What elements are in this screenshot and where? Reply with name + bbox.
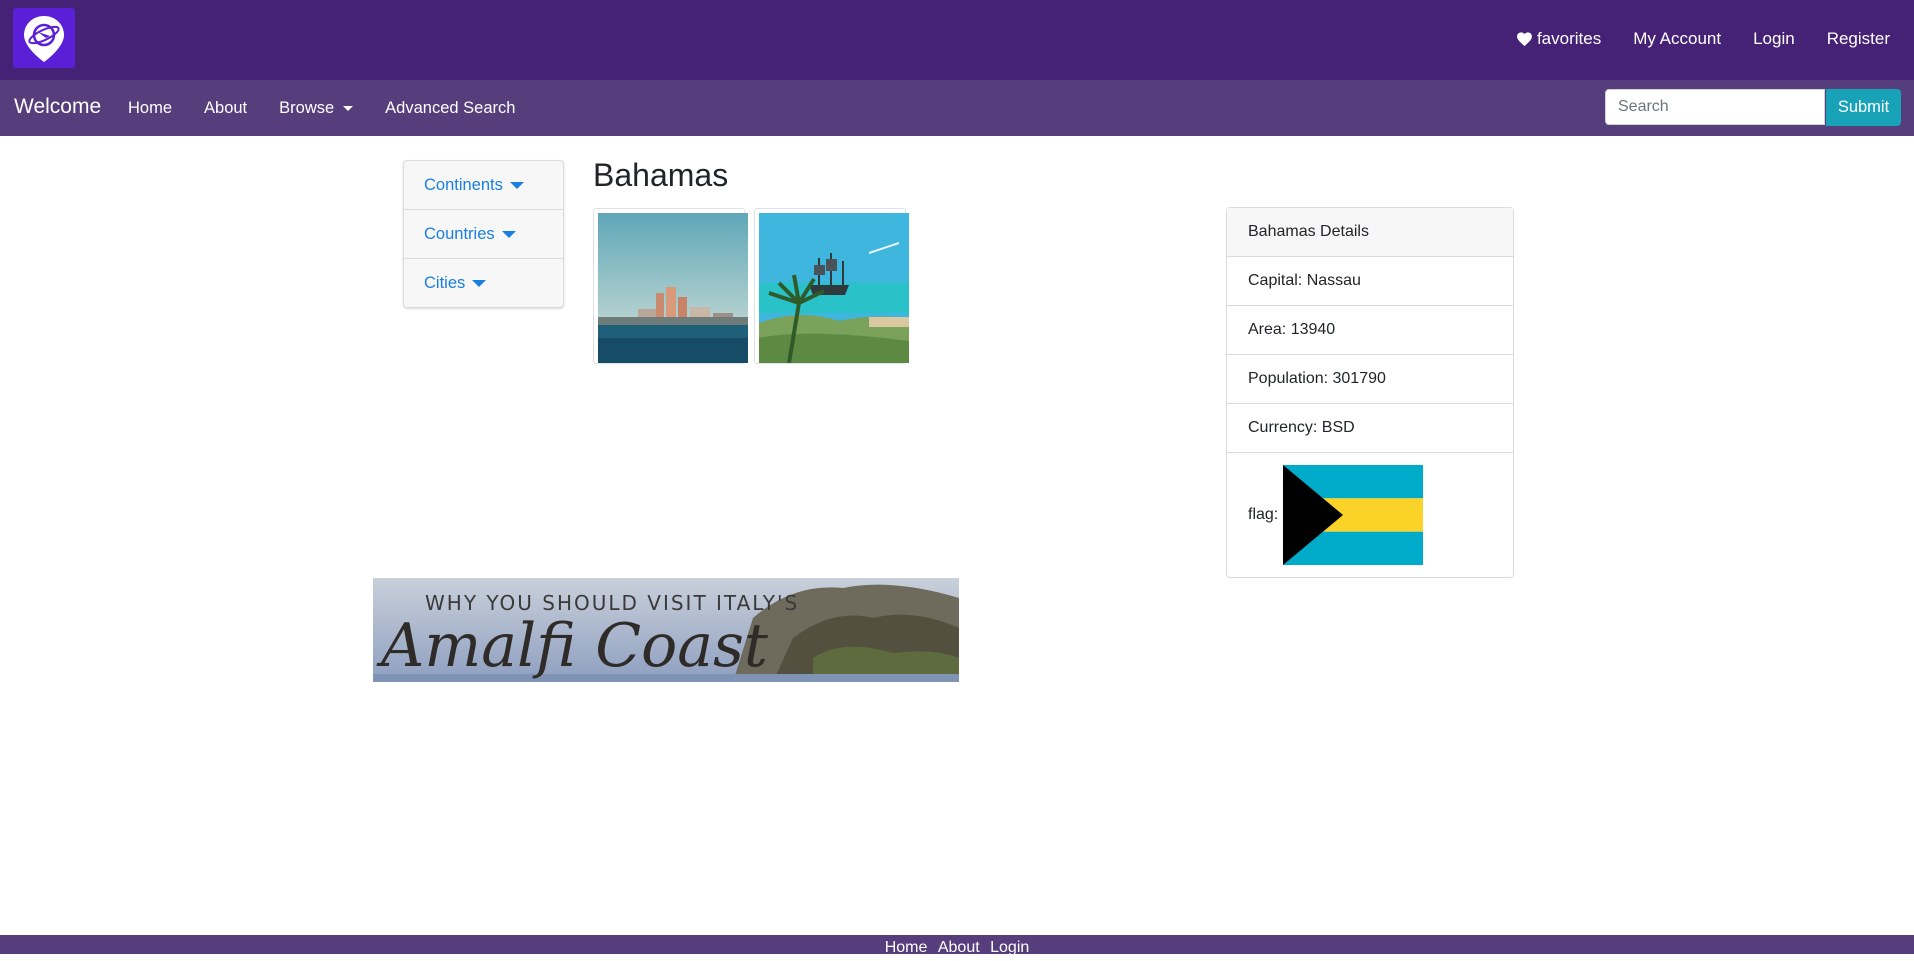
globe-pin-icon [24, 16, 64, 62]
navbar-brand[interactable]: Welcome [14, 95, 101, 119]
currency-row: Currency: BSD [1227, 404, 1513, 453]
footer: Home About Login [0, 935, 1914, 956]
favorites-label: favorites [1536, 29, 1602, 48]
search-submit-button[interactable]: Submit [1826, 89, 1901, 126]
nav-home-link[interactable]: Home [128, 99, 172, 118]
my-account-link[interactable]: My Account [1633, 29, 1721, 49]
register-link[interactable]: Register [1827, 29, 1890, 49]
footer-home-link[interactable]: Home [885, 939, 928, 956]
photo-thumbnail-resort[interactable] [593, 208, 748, 364]
browse-sidebar: Continents Countries Cities [403, 160, 564, 308]
flag-label: flag: [1248, 506, 1279, 523]
site-logo[interactable] [13, 8, 75, 68]
country-details-card: Bahamas Details Capital: Nassau Area: 13… [1226, 207, 1514, 578]
footer-login-link[interactable]: Login [990, 939, 1029, 956]
banner-line2: Amalfi Coast [376, 611, 769, 681]
page-title: Bahamas [593, 157, 729, 193]
browse-label: Browse [279, 98, 335, 117]
caret-down-icon [472, 279, 487, 287]
login-link[interactable]: Login [1753, 29, 1795, 49]
navbar-links: Home About Browse Advanced Search [128, 80, 547, 136]
details-header: Bahamas Details [1227, 208, 1513, 257]
heart-icon [1517, 32, 1532, 47]
capital-row: Capital: Nassau [1227, 257, 1513, 306]
footer-about-link[interactable]: About [938, 939, 980, 956]
sidebar-item-label: Continents [424, 175, 503, 194]
sidebar-item-label: Countries [424, 224, 495, 243]
photo-thumbnail-pirate-ship[interactable] [754, 208, 909, 364]
amalfi-coast-banner-image: WHY YOU SHOULD VISIT ITALY'S Amalfi Coas… [373, 578, 959, 682]
caret-down-icon [509, 181, 524, 189]
pirate-ship-photo [759, 213, 909, 363]
sidebar-item-continents[interactable]: Continents [404, 161, 563, 210]
search-input[interactable] [1605, 89, 1825, 125]
sidebar-item-cities[interactable]: Cities [404, 259, 563, 307]
top-header: favorites My Account Login Register [0, 0, 1914, 80]
area-row: Area: 13940 [1227, 306, 1513, 355]
resort-skyline-photo [598, 213, 748, 363]
sidebar-item-countries[interactable]: Countries [404, 210, 563, 259]
caret-down-icon [343, 105, 354, 111]
population-row: Population: 301790 [1227, 355, 1513, 404]
nav-about-link[interactable]: About [204, 99, 247, 118]
sidebar-item-label: Cities [424, 273, 466, 292]
flag-row: flag: [1227, 453, 1513, 577]
bahamas-flag-image [1283, 465, 1424, 565]
favorites-link[interactable]: favorites [1516, 29, 1601, 49]
caret-down-icon [501, 230, 516, 238]
top-nav: favorites My Account Login Register [1516, 0, 1890, 78]
nav-advanced-search-link[interactable]: Advanced Search [385, 99, 515, 118]
amalfi-coast-banner[interactable]: WHY YOU SHOULD VISIT ITALY'S Amalfi Coas… [373, 578, 959, 682]
nav-browse-dropdown[interactable]: Browse [279, 98, 354, 118]
